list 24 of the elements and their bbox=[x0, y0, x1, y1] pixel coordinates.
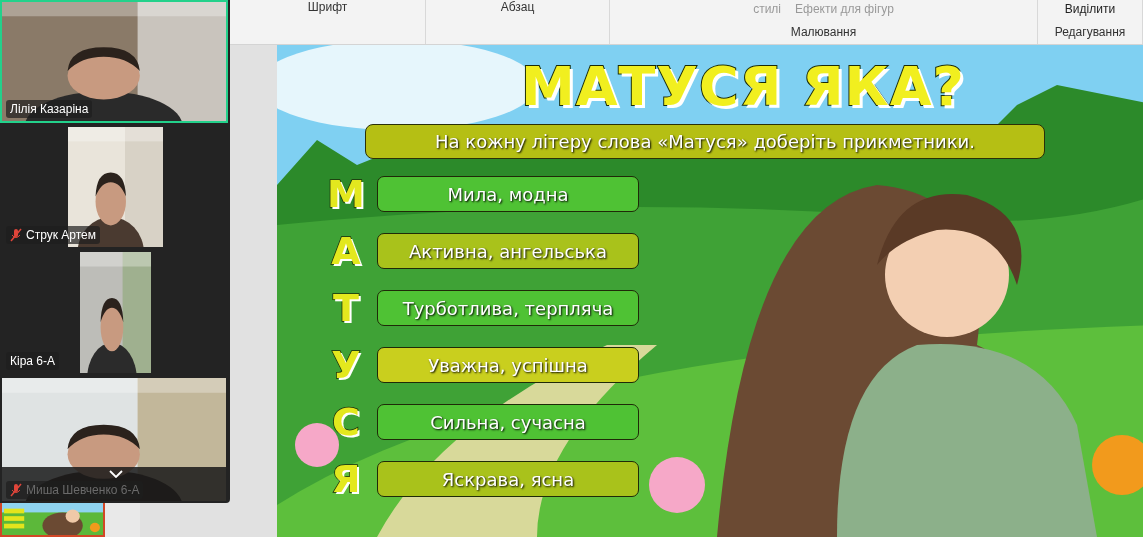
group-label: Малювання bbox=[790, 25, 857, 39]
answer-banner: Уважна, успішна bbox=[377, 347, 639, 383]
video-tile[interactable]: Лілія Казаріна bbox=[0, 0, 228, 123]
answer-banner: Яскрава, ясна bbox=[377, 461, 639, 497]
letter: С bbox=[331, 403, 361, 441]
letter: М bbox=[326, 175, 366, 213]
participant-name: Кіра 6-А bbox=[6, 352, 59, 370]
letter: У bbox=[330, 346, 362, 384]
participant-name: Струк Артем bbox=[6, 226, 100, 244]
group-label: Редагування bbox=[1054, 25, 1126, 39]
letter: Т bbox=[332, 289, 360, 327]
chevron-icon[interactable] bbox=[109, 470, 123, 478]
group-label: Абзац bbox=[500, 0, 535, 14]
instruction-banner: На кожну літеру слова «Матуся» доберіть прикметники. bbox=[365, 124, 1045, 159]
participant-name: Лілія Казаріна bbox=[6, 100, 93, 118]
answer-banner: Сильна, сучасна bbox=[377, 404, 639, 440]
letter: Я bbox=[330, 460, 362, 498]
answer-banner: Турботлива, терпляча bbox=[377, 290, 639, 326]
letter: А bbox=[330, 232, 362, 270]
answer-banner: Активна, ангельська bbox=[377, 233, 639, 269]
slide-title: МАТУСЯ ЯКА? bbox=[521, 55, 965, 118]
group-label: Шрифт bbox=[307, 0, 348, 14]
ribbon-button[interactable]: Виділити bbox=[1062, 2, 1118, 16]
answer-banner: Мила, модна bbox=[377, 176, 639, 212]
